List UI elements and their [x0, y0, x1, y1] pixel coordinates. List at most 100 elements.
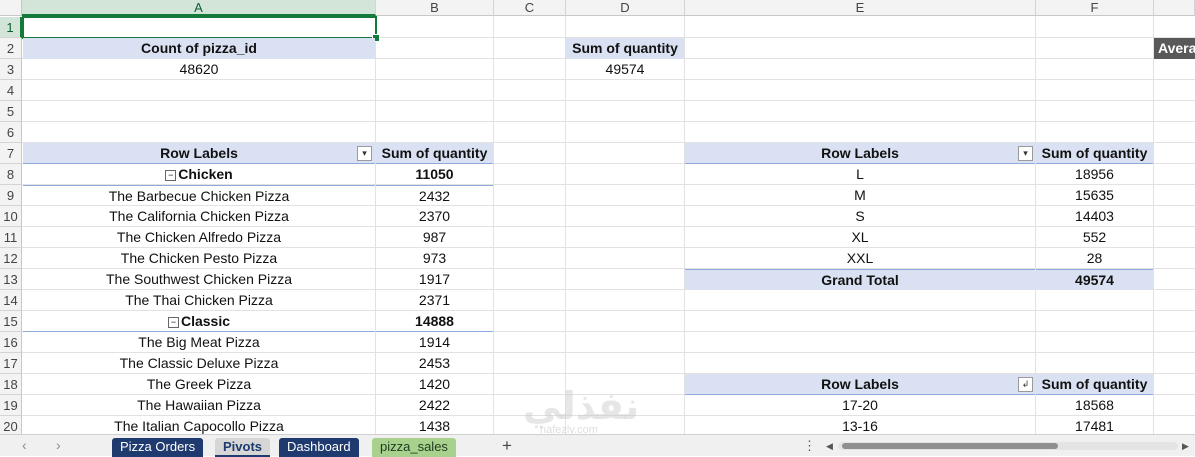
pivot-row-value[interactable]: 14403 [1036, 206, 1153, 227]
worksheet-grid[interactable]: A B C D E F 1 2 3 4 5 6 7 8 9 10 11 12 1… [0, 0, 1195, 434]
collapse-icon[interactable]: − [165, 170, 177, 181]
pivot-row-value[interactable]: 2371 [376, 290, 493, 311]
pivot-row-label[interactable]: S [685, 206, 1035, 227]
pivot-row-value[interactable]: 28 [1036, 248, 1153, 269]
pivot-group-value-classic[interactable]: 14888 [376, 311, 493, 332]
pivot-hour-row-labels[interactable]: Row Labels [685, 374, 1035, 395]
pivot-row-label[interactable]: XXL [685, 248, 1035, 269]
row-header-9[interactable]: 9 [0, 185, 22, 206]
pivot-row-value[interactable]: 987 [376, 227, 493, 248]
pivot-row-label[interactable]: The Hawaiian Pizza [23, 395, 375, 416]
scroll-left-icon[interactable]: ◀ [826, 435, 833, 457]
pivot-sum-value[interactable]: 49574 [566, 59, 684, 80]
pivot-row-label[interactable]: 17-20 [685, 395, 1035, 416]
row-header-3[interactable]: 3 [0, 59, 22, 80]
row-header-14[interactable]: 14 [0, 290, 22, 311]
row-header-10[interactable]: 10 [0, 206, 22, 227]
pivot-row-value[interactable]: 17481 [1036, 416, 1153, 434]
pivot-row-label[interactable]: 13-16 [685, 416, 1035, 434]
more-options-icon[interactable]: ⋮ [803, 435, 816, 457]
pivot-row-label[interactable]: The Big Meat Pizza [23, 332, 375, 353]
column-header-c[interactable]: C [494, 0, 566, 16]
pivot-row-value[interactable]: 18956 [1036, 164, 1153, 185]
pivot-hour-sum-header[interactable]: Sum of quantity [1036, 374, 1153, 395]
collapse-icon[interactable]: − [167, 317, 179, 328]
pivot-group-row-classic[interactable]: − Classic [23, 311, 375, 332]
previous-sheet-icon[interactable]: ‹ [22, 435, 27, 457]
pivot-row-label[interactable]: The Greek Pizza [23, 374, 375, 395]
pivot-row-label[interactable]: L [685, 164, 1035, 185]
column-header-a[interactable]: A [22, 0, 376, 16]
pivot-row-value[interactable]: 18568 [1036, 395, 1153, 416]
pivot-row-value[interactable]: 15635 [1036, 185, 1153, 206]
select-all-corner[interactable] [0, 0, 22, 16]
size-filter-dropdown[interactable]: ▾ [1018, 146, 1033, 161]
pivot-row-label[interactable]: XL [685, 227, 1035, 248]
pivot-row-value[interactable]: 2422 [376, 395, 493, 416]
pivot-row-value[interactable]: 552 [1036, 227, 1153, 248]
pivot-category-sum-header[interactable]: Sum of quantity [376, 143, 493, 164]
pivot-sum-header[interactable]: Sum of quantity [566, 38, 684, 59]
row-header-16[interactable]: 16 [0, 332, 22, 353]
pivot-row-label[interactable]: The Barbecue Chicken Pizza [23, 185, 375, 206]
scroll-right-icon[interactable]: ▶ [1182, 435, 1189, 457]
sheet-tab-pizza-sales[interactable]: pizza_sales [372, 438, 456, 457]
column-header-d[interactable]: D [566, 0, 685, 16]
sheet-tab-pivots[interactable]: Pivots [215, 438, 271, 457]
pivot-row-label[interactable]: The Thai Chicken Pizza [23, 290, 375, 311]
row-header-2[interactable]: 2 [0, 38, 22, 59]
column-header-f[interactable]: F [1036, 0, 1154, 16]
pivot-row-value[interactable]: 973 [376, 248, 493, 269]
row-labels-filter-dropdown[interactable]: ▾ [357, 146, 372, 161]
column-header-b[interactable]: B [376, 0, 494, 16]
pivot-count-value[interactable]: 48620 [23, 59, 375, 80]
row-header-4[interactable]: 4 [0, 80, 22, 101]
row-header-20[interactable]: 20 [0, 416, 22, 434]
column-header-g[interactable] [1154, 0, 1195, 16]
row-header-19[interactable]: 19 [0, 395, 22, 416]
horizontal-scrollbar-thumb[interactable] [842, 443, 1058, 449]
pivot-row-value[interactable]: 2370 [376, 206, 493, 227]
row-header-8[interactable]: 8 [0, 164, 22, 185]
sort-filter-dropdown-icon[interactable]: ↲ [1018, 377, 1033, 392]
active-cell-a1[interactable] [22, 16, 377, 39]
pivot-group-row-chicken[interactable]: − Chicken [23, 164, 375, 185]
pivot-row-label[interactable]: The Chicken Pesto Pizza [23, 248, 375, 269]
pivot-row-value[interactable]: 1914 [376, 332, 493, 353]
pivot-row-label[interactable]: The Southwest Chicken Pizza [23, 269, 375, 290]
gridline [493, 16, 494, 434]
sheet-tab-dashboard[interactable]: Dashboard [279, 438, 359, 457]
pivot-row-value[interactable]: 2432 [376, 185, 493, 206]
pivot-size-grand-total-label[interactable]: Grand Total [685, 269, 1035, 290]
row-header-5[interactable]: 5 [0, 101, 22, 122]
pivot-group-value-chicken[interactable]: 11050 [376, 164, 493, 185]
pivot-count-header[interactable]: Count of pizza_id [23, 38, 375, 59]
pivot-category-row-labels[interactable]: Row Labels [23, 143, 375, 164]
row-header-15[interactable]: 15 [0, 311, 22, 332]
row-header-1[interactable]: 1 [0, 17, 22, 38]
row-header-12[interactable]: 12 [0, 248, 22, 269]
pivot-row-label[interactable]: The California Chicken Pizza [23, 206, 375, 227]
column-header-e[interactable]: E [685, 0, 1036, 16]
add-sheet-icon[interactable]: + [502, 435, 512, 457]
row-header-18[interactable]: 18 [0, 374, 22, 395]
pivot-size-row-labels[interactable]: Row Labels [685, 143, 1035, 164]
row-header-13[interactable]: 13 [0, 269, 22, 290]
pivot-row-label[interactable]: M [685, 185, 1035, 206]
pivot-row-label[interactable]: The Chicken Alfredo Pizza [23, 227, 375, 248]
sheet-tab-pizza-orders[interactable]: Pizza Orders [112, 438, 204, 457]
row-header-7[interactable]: 7 [0, 143, 22, 164]
pivot-row-value[interactable]: 2453 [376, 353, 493, 374]
pivot-size-grand-total-value[interactable]: 49574 [1036, 269, 1153, 290]
pivot-row-value[interactable]: 1438 [376, 416, 493, 434]
partial-pivot-header[interactable]: Avera [1154, 38, 1195, 59]
pivot-row-value[interactable]: 1420 [376, 374, 493, 395]
pivot-size-sum-header[interactable]: Sum of quantity [1036, 143, 1153, 164]
pivot-row-label[interactable]: The Classic Deluxe Pizza [23, 353, 375, 374]
row-header-11[interactable]: 11 [0, 227, 22, 248]
next-sheet-icon[interactable]: › [56, 435, 61, 457]
row-header-17[interactable]: 17 [0, 353, 22, 374]
pivot-row-value[interactable]: 1917 [376, 269, 493, 290]
pivot-row-label[interactable]: The Italian Capocollo Pizza [23, 416, 375, 434]
row-header-6[interactable]: 6 [0, 122, 22, 143]
